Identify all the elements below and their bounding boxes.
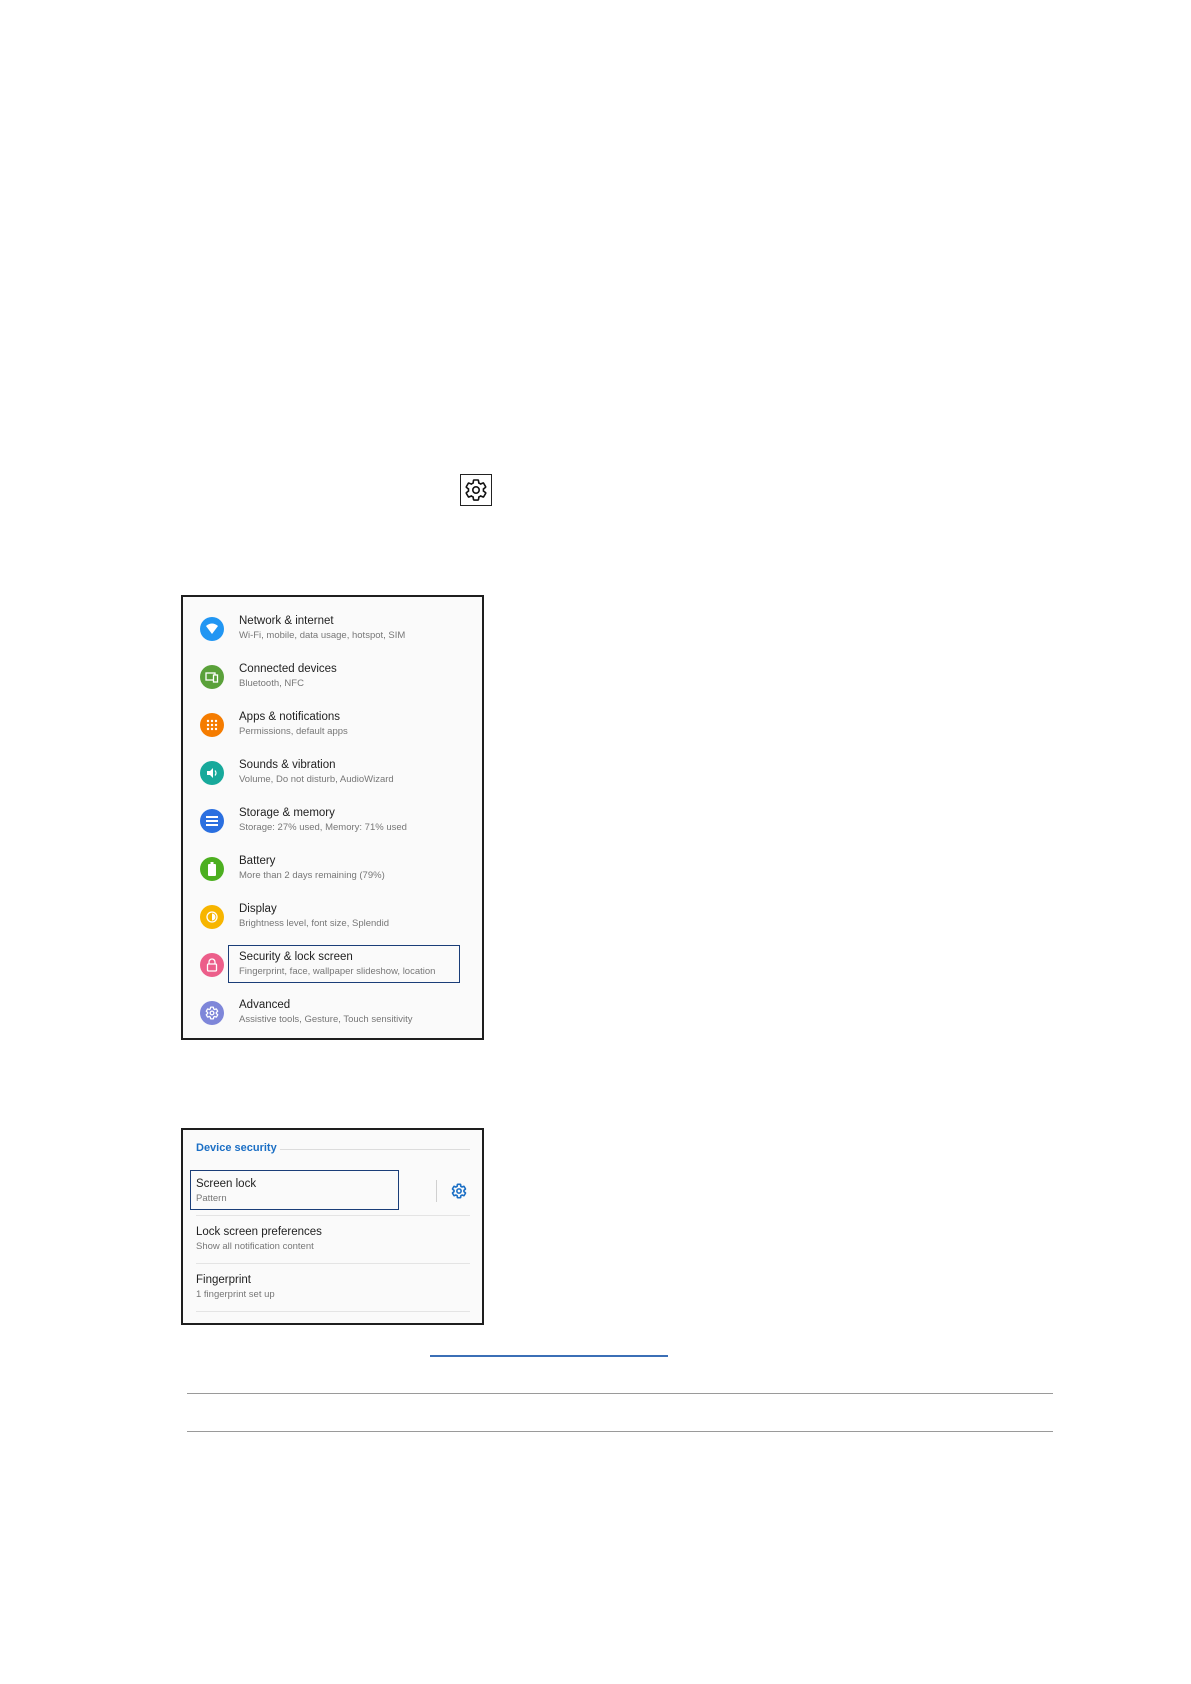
item-title: Storage & memory	[239, 807, 335, 819]
battery-icon	[200, 857, 224, 881]
gear-icon	[200, 1001, 224, 1025]
item-title: Lock screen preferences	[196, 1226, 322, 1238]
settings-item-storage[interactable]: Storage & memory Storage: 27% used, Memo…	[183, 797, 482, 845]
gear-icon	[465, 479, 487, 501]
item-title: Battery	[239, 855, 276, 867]
item-subtitle: Show all notification content	[196, 1241, 314, 1252]
item-title: Network & internet	[239, 615, 334, 627]
item-divider	[196, 1311, 470, 1312]
lock-icon	[200, 953, 224, 977]
devices-icon	[200, 665, 224, 689]
lock-screen-preferences-item[interactable]: Lock screen preferences Show all notific…	[183, 1216, 482, 1264]
item-subtitle: Assistive tools, Gesture, Touch sensitiv…	[239, 1014, 413, 1025]
item-subtitle: Wi-Fi, mobile, data usage, hotspot, SIM	[239, 630, 406, 641]
settings-item-sounds[interactable]: Sounds & vibration Volume, Do not distur…	[183, 749, 482, 797]
section-divider	[280, 1149, 470, 1150]
link-underline	[430, 1355, 668, 1357]
screen-lock-settings-gear-icon[interactable]	[451, 1183, 467, 1199]
settings-menu-screenshot: Network & internet Wi-Fi, mobile, data u…	[181, 595, 484, 1040]
brightness-icon	[200, 905, 224, 929]
settings-gear-icon[interactable]	[460, 474, 492, 506]
security-highlight-box	[228, 945, 460, 983]
item-subtitle: Storage: 27% used, Memory: 71% used	[239, 822, 407, 833]
screen-lock-highlight-box	[190, 1170, 399, 1210]
item-title: Fingerprint	[196, 1274, 251, 1286]
settings-item-network[interactable]: Network & internet Wi-Fi, mobile, data u…	[183, 605, 482, 653]
item-subtitle: Permissions, default apps	[239, 726, 348, 737]
item-title: Sounds & vibration	[239, 759, 336, 771]
settings-item-display[interactable]: Display Brightness level, font size, Spl…	[183, 893, 482, 941]
device-security-screenshot: Device security Screen lock Pattern Lock…	[181, 1128, 484, 1325]
wifi-icon	[200, 617, 224, 641]
settings-item-advanced[interactable]: Advanced Assistive tools, Gesture, Touch…	[183, 989, 482, 1037]
item-title: Display	[239, 903, 277, 915]
fingerprint-item[interactable]: Fingerprint 1 fingerprint set up	[183, 1264, 482, 1312]
note-top-rule	[187, 1393, 1053, 1394]
vertical-divider	[436, 1180, 437, 1202]
settings-item-apps[interactable]: Apps & notifications Permissions, defaul…	[183, 701, 482, 749]
item-subtitle: 1 fingerprint set up	[196, 1289, 275, 1300]
item-title: Apps & notifications	[239, 711, 341, 723]
settings-item-connected-devices[interactable]: Connected devices Bluetooth, NFC	[183, 653, 482, 701]
item-title: Advanced	[239, 999, 291, 1011]
apps-icon	[200, 713, 224, 737]
item-subtitle: Volume, Do not disturb, AudioWizard	[239, 774, 394, 785]
item-subtitle: More than 2 days remaining (79%)	[239, 870, 385, 881]
note-bottom-rule	[187, 1431, 1053, 1432]
item-subtitle: Brightness level, font size, Splendid	[239, 918, 389, 929]
item-subtitle: Bluetooth, NFC	[239, 678, 304, 689]
item-title: Connected devices	[239, 663, 337, 675]
settings-item-battery[interactable]: Battery More than 2 days remaining (79%)	[183, 845, 482, 893]
volume-icon	[200, 761, 224, 785]
storage-icon	[200, 809, 224, 833]
section-header: Device security	[196, 1142, 277, 1154]
